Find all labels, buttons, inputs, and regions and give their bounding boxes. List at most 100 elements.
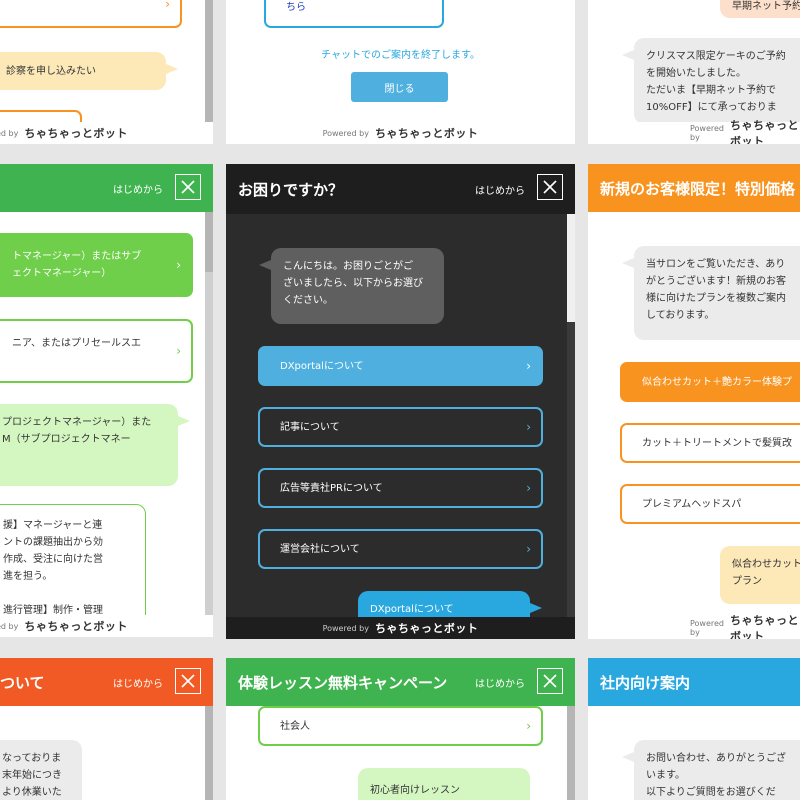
brand-logo-text: ちゃちゃっとボット (24, 620, 128, 633)
user-message-text: 似合わせカット プラン (732, 559, 800, 587)
bot-message-text: 当サロンをご覧いただき、あり がとうございます！新規のお客 様に向けたプランを複… (646, 259, 786, 321)
close-icon (181, 180, 195, 194)
chat-footer: Powered by ちゃちゃっとボット (588, 119, 800, 144)
scrollbar-thumb[interactable] (205, 0, 213, 122)
option-label: カット＋トリートメントで髪質改 (642, 437, 792, 449)
bot-message-text: なっておりま 末年始につき より休業いた (2, 753, 62, 798)
option-label: 似合わせカット＋艶カラー体験プ (642, 376, 792, 388)
chat-panel-mid-left: はじめから トマネージャー）またはサブ ェクトマネージャー） › ニア、またはプリ… (0, 164, 213, 637)
powered-by-text: Powered by (322, 623, 369, 633)
scrollbar-track[interactable] (205, 0, 213, 122)
partial-option-button[interactable]: › (0, 0, 182, 28)
scrollbar-thumb[interactable] (567, 706, 575, 800)
option-label: DXportalについて (280, 360, 364, 372)
chat-panel-mid-center: お困りですか？ はじめから こんにちは。お困りごとがご ざいましたら、以下からお… (226, 164, 575, 639)
partial-option-button[interactable]: ちら (264, 0, 444, 28)
option-button-3[interactable]: プレミアムヘッドスパ (620, 484, 800, 524)
option-button-articles[interactable]: 記事について › (258, 407, 543, 447)
bot-message-text: 援】マネージャーと連 ントの課題抽出から効 作成、受注に向けた営 進を担う。 進… (3, 520, 103, 616)
user-message-text: DXportalについて (370, 604, 454, 615)
close-button[interactable] (537, 174, 563, 200)
option-label: 広告等責社PRについて (280, 482, 383, 494)
bot-message-bubble: 当サロンをご覧いただき、あり がとうございます！新規のお客 様に向けたプランを複… (622, 246, 800, 340)
restart-link[interactable]: はじめから (475, 675, 525, 690)
chat-header: 新規のお客様限定！特別価格 (588, 164, 800, 212)
restart-link[interactable]: はじめから (113, 181, 163, 196)
user-message-text: 診察を申し込みたい (6, 65, 96, 77)
scrollbar-track[interactable] (205, 706, 213, 800)
chat-title: 社内向け案内 (600, 673, 691, 692)
chat-header: 社内向け案内 (588, 658, 800, 706)
option-label: プレミアムヘッドスパ (642, 498, 742, 510)
close-icon (543, 674, 557, 688)
chat-title: 体験レッスン無料キャンペーン (238, 673, 448, 692)
scrollbar-thumb[interactable] (205, 212, 213, 272)
chevron-right-icon: › (176, 344, 181, 358)
chevron-right-icon: › (165, 0, 170, 11)
option-button-working-adult[interactable]: 社会人 › (258, 706, 543, 746)
close-button[interactable] (537, 668, 563, 694)
user-message-text: プロジェクトマネージャー）また M（サブプロジェクトマネー (2, 417, 152, 445)
option-button-1[interactable]: 似合わせカット＋艶カラー体験プ (620, 362, 800, 402)
user-message-bubble: 診察を申し込みたい (0, 52, 178, 90)
chevron-right-icon: › (526, 542, 531, 556)
bot-message-bubble: お問い合わせ、ありがとうござ います。 以下よりご質問をお選びくだ (622, 740, 800, 800)
user-message-bubble: 初心者向けレッスン (358, 768, 530, 800)
scrollbar-track[interactable] (205, 212, 213, 615)
chat-title: お困りですか？ (238, 180, 344, 199)
close-button[interactable] (175, 668, 201, 694)
user-message-bubble: 早期ネット予約 (720, 0, 800, 18)
chat-footer: Powered by ちゃちゃっとボット (0, 615, 213, 637)
chevron-right-icon: › (526, 719, 531, 733)
chat-footer: Powered by ちゃちゃっとボット (0, 122, 213, 144)
scrollbar-track[interactable] (567, 706, 575, 800)
user-message-bubble: 似合わせカット プラン (720, 546, 800, 604)
chat-title: ついて (0, 673, 45, 692)
chat-title: 新規のお客様限定！特別価格 (600, 179, 796, 198)
option-label: 社会人 (280, 720, 310, 732)
brand-logo-text: ちゃちゃっとボット (730, 119, 800, 144)
restart-link[interactable]: はじめから (475, 182, 525, 197)
option-button-pr[interactable]: 広告等責社PRについて › (258, 468, 543, 508)
chat-footer: Powered by ちゃちゃっとボット (226, 617, 575, 639)
restart-link[interactable]: はじめから (113, 675, 163, 690)
chat-panel-top-left: › 診察を申し込みたい Powered by ちゃちゃっとボット (0, 0, 213, 144)
brand-logo-text: ちゃちゃっとボット (374, 127, 479, 140)
brand-logo-text: ちゃちゃっとボット (374, 622, 479, 635)
option-button-company[interactable]: 運営会社について › (258, 529, 543, 569)
scrollbar-track[interactable] (567, 214, 575, 617)
option-label: ちら (286, 1, 306, 13)
close-button[interactable] (175, 174, 201, 200)
option-label: 運営会社について (280, 543, 360, 555)
close-icon (181, 674, 195, 688)
chevron-right-icon: › (526, 481, 531, 495)
chat-panel-bottom-right: 社内向け案内 お問い合わせ、ありがとうござ います。 以下よりご質問をお選びくだ (588, 658, 800, 800)
option-button-dxportal[interactable]: DXportalについて › (258, 346, 543, 386)
chat-header: お困りですか？ はじめから (226, 164, 575, 214)
user-message-text: 早期ネット予約 (732, 1, 800, 12)
powered-by-text: Powered by (0, 128, 19, 138)
chevron-right-icon: › (526, 420, 531, 434)
close-chat-button[interactable]: 閉じる (351, 72, 448, 102)
chat-panel-top-right: 早期ネット予約 クリスマス限定ケーキのご予約 を開始いたしました。 ただいま【早… (588, 0, 800, 144)
option-button-1[interactable]: トマネージャー）またはサブ ェクトマネージャー） › (0, 233, 193, 297)
chat-header: はじめから (0, 164, 213, 212)
chat-end-text: チャットでのご案内を終了します。 (321, 50, 480, 61)
powered-by-text: Powered by (690, 124, 725, 142)
powered-by-text: Powered by (0, 621, 19, 631)
bot-message-bubble: なっておりま 末年始につき より休業いた (0, 740, 82, 800)
option-button-2[interactable]: ニア、またはプリセールスエ › (0, 319, 193, 383)
bot-message-text: クリスマス限定ケーキのご予約 を開始いたしました。 ただいま【早期ネット予約で … (646, 51, 786, 113)
bot-message-bubble: クリスマス限定ケーキのご予約 を開始いたしました。 ただいま【早期ネット予約で … (622, 38, 800, 124)
powered-by-text: Powered by (690, 619, 725, 637)
chat-header: ついて はじめから (0, 658, 213, 706)
scrollbar-thumb[interactable] (567, 214, 575, 322)
powered-by-text: Powered by (322, 128, 369, 138)
bot-message-bubble: こんにちは。お困りごとがご ざいましたら、以下からお選び ください。 (259, 248, 444, 324)
brand-logo-text: ちゃちゃっとボット (24, 127, 128, 140)
scrollbar-thumb[interactable] (205, 706, 213, 800)
close-icon (543, 180, 557, 194)
bot-message-text: こんにちは。お困りごとがご ざいましたら、以下からお選び ください。 (283, 261, 423, 306)
option-button-2[interactable]: カット＋トリートメントで髪質改 (620, 423, 800, 463)
option-label: トマネージャー）またはサブ ェクトマネージャー） (12, 251, 142, 279)
